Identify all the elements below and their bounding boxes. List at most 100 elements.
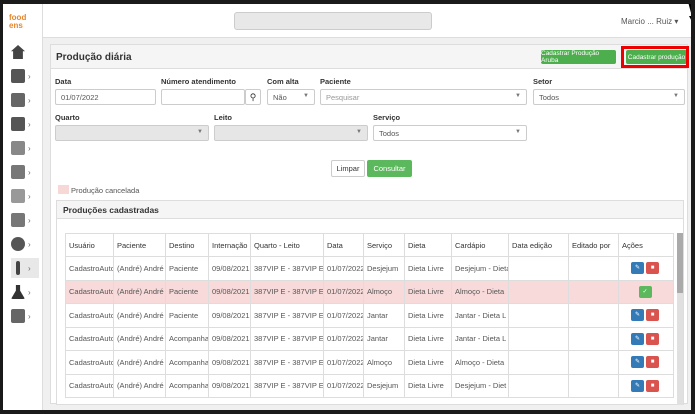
sidebar-item-group[interactable]: ›	[11, 234, 39, 254]
leito-label: Leito	[214, 113, 232, 122]
chevron-right-icon: ›	[28, 239, 31, 249]
page-title: Produção diária	[56, 52, 132, 63]
login-icon	[11, 189, 25, 203]
table-cell-data: 01/07/2022	[323, 279, 364, 304]
table-cell-actions: ✎ ■	[618, 373, 674, 398]
table-cell-internacao: 09/08/2021	[208, 350, 251, 375]
sidebar-item-list[interactable]: ›	[11, 210, 39, 230]
table-cell-usuario: CadastroAuto	[65, 373, 114, 398]
sidebar-item-grid[interactable]: ›	[11, 66, 39, 86]
productions-subpanel: Produções cadastradas Usuário Paciente Des…	[56, 200, 684, 405]
sidebar-item-building[interactable]: ›	[11, 90, 39, 110]
table-cell-servico: Almoço	[363, 350, 405, 375]
sidebar-item-factory[interactable]: ›	[11, 114, 39, 134]
table-cell-quarto: 387VIP E - 387VIP E	[250, 256, 324, 281]
sidebar-item-home[interactable]	[11, 42, 39, 62]
chevron-down-icon: ▼	[515, 93, 521, 99]
alta-select[interactable]: Não ▼	[267, 89, 315, 105]
home-icon	[11, 45, 25, 59]
column-header: Serviço	[363, 233, 405, 257]
list-icon	[11, 213, 25, 227]
sidebar-item-spoon[interactable]: ›	[11, 258, 39, 278]
flask-icon	[11, 285, 25, 299]
table-row: CadastroAuto (André) André E Paciente 09/08…	[65, 279, 674, 304]
top-search-box[interactable]	[234, 12, 432, 30]
setor-label: Setor	[533, 77, 553, 86]
edit-icon[interactable]: ✎	[631, 332, 644, 345]
panel-header: Produção diária Cadastrar Produção Aruba…	[51, 45, 689, 69]
alta-value: Não	[273, 93, 287, 102]
table-cell-cardapio: Desjejum - Diet	[451, 373, 509, 398]
table-cell-data-edicao	[508, 256, 569, 281]
scrollbar-thumb[interactable]	[677, 233, 683, 293]
table-cell-quarto: 387VIP E - 387VIP E	[250, 350, 324, 375]
sidebar-item-login[interactable]: ›	[11, 186, 39, 206]
table-cell-quarto: 387VIP E - 387VIP E	[250, 279, 324, 304]
servico-select[interactable]: Todos ▼	[373, 125, 527, 141]
table-cell-editado-por	[568, 373, 619, 398]
table-cell-data-edicao	[508, 279, 569, 304]
paciente-select[interactable]: Pesquisar ▼	[320, 89, 527, 105]
table-cell-dieta: Dieta Livre	[404, 373, 452, 398]
chevron-right-icon: ›	[28, 191, 31, 201]
table-cell-data-edicao	[508, 373, 569, 398]
chevron-down-icon: ▼	[673, 93, 679, 99]
numero-input[interactable]	[161, 89, 245, 105]
leito-select[interactable]: ▼	[214, 125, 368, 141]
table-cell-data: 01/07/2022	[323, 303, 364, 328]
trash-icon[interactable]: ■	[646, 309, 659, 322]
limpar-button[interactable]: Limpar	[331, 160, 365, 177]
table-body: CadastroAuto (André) André E Paciente 09/08…	[65, 256, 674, 398]
column-header: Quarto - Leito	[250, 233, 324, 257]
consultar-button[interactable]: Consultar	[367, 160, 412, 177]
table-cell-paciente: (André) André E	[113, 303, 166, 328]
setor-select[interactable]: Todos ▼	[533, 89, 685, 105]
edit-icon[interactable]: ✎	[631, 356, 644, 369]
sidebar-item-clipboard[interactable]: ›	[11, 162, 39, 182]
check-icon[interactable]: ✓	[638, 285, 652, 298]
trash-icon[interactable]: ■	[646, 262, 659, 275]
servico-value: Todos	[379, 129, 400, 138]
table-cell-actions: ✎ ■	[618, 350, 674, 375]
table-cell-internacao: 09/08/2021	[208, 256, 251, 281]
quarto-select[interactable]: ▼	[55, 125, 209, 141]
trash-icon[interactable]: ■	[646, 332, 659, 345]
table-cell-editado-por	[568, 350, 619, 375]
column-header: Data edição	[508, 233, 569, 257]
sidebar-item-document[interactable]: ›	[11, 138, 39, 158]
user-menu[interactable]: Marcio ... Ruiz ▾	[621, 17, 678, 26]
search-button[interactable]: ⚲	[245, 89, 261, 105]
trash-icon[interactable]: ■	[646, 356, 659, 369]
chevron-right-icon: ›	[28, 263, 31, 273]
cadastrar-aruba-button[interactable]: Cadastrar Produção Aruba	[541, 50, 616, 64]
column-header: Data	[323, 233, 364, 257]
cancelled-legend: Produção cancelada	[71, 186, 140, 195]
topbar: Marcio ... Ruiz ▾	[43, 4, 691, 38]
table-cell-paciente: (André) André E	[113, 326, 166, 351]
app-logo[interactable]: food ens	[9, 14, 37, 30]
clipboard-icon	[11, 165, 25, 179]
chevron-right-icon: ›	[28, 287, 31, 297]
grid-icon	[11, 69, 25, 83]
table-cell-destino: Paciente	[165, 256, 209, 281]
alta-label: Com alta	[267, 77, 299, 86]
spoon-icon	[16, 261, 20, 275]
sidebar-item-city[interactable]: ›	[11, 306, 39, 326]
table-cell-dieta: Dieta Livre	[404, 350, 452, 375]
table-cell-data-edicao	[508, 326, 569, 351]
trash-icon[interactable]: ■	[646, 379, 659, 392]
edit-icon[interactable]: ✎	[631, 262, 644, 275]
edit-icon[interactable]: ✎	[631, 309, 644, 322]
table-scrollbar[interactable]	[677, 233, 683, 405]
chevron-right-icon: ›	[28, 71, 31, 81]
data-value: 01/07/2022	[61, 93, 99, 102]
table-cell-data-edicao	[508, 350, 569, 375]
servico-label: Serviço	[373, 113, 401, 122]
sidebar-item-flask[interactable]: ›	[11, 282, 39, 302]
chevron-right-icon: ›	[28, 143, 31, 153]
table-cell-cardapio: Almoço - Dieta	[451, 350, 509, 375]
edit-icon[interactable]: ✎	[631, 379, 644, 392]
table-cell-usuario: CadastroAuto	[65, 256, 114, 281]
table-cell-actions: ✎ ■	[618, 256, 674, 281]
data-input[interactable]: 01/07/2022	[55, 89, 156, 105]
